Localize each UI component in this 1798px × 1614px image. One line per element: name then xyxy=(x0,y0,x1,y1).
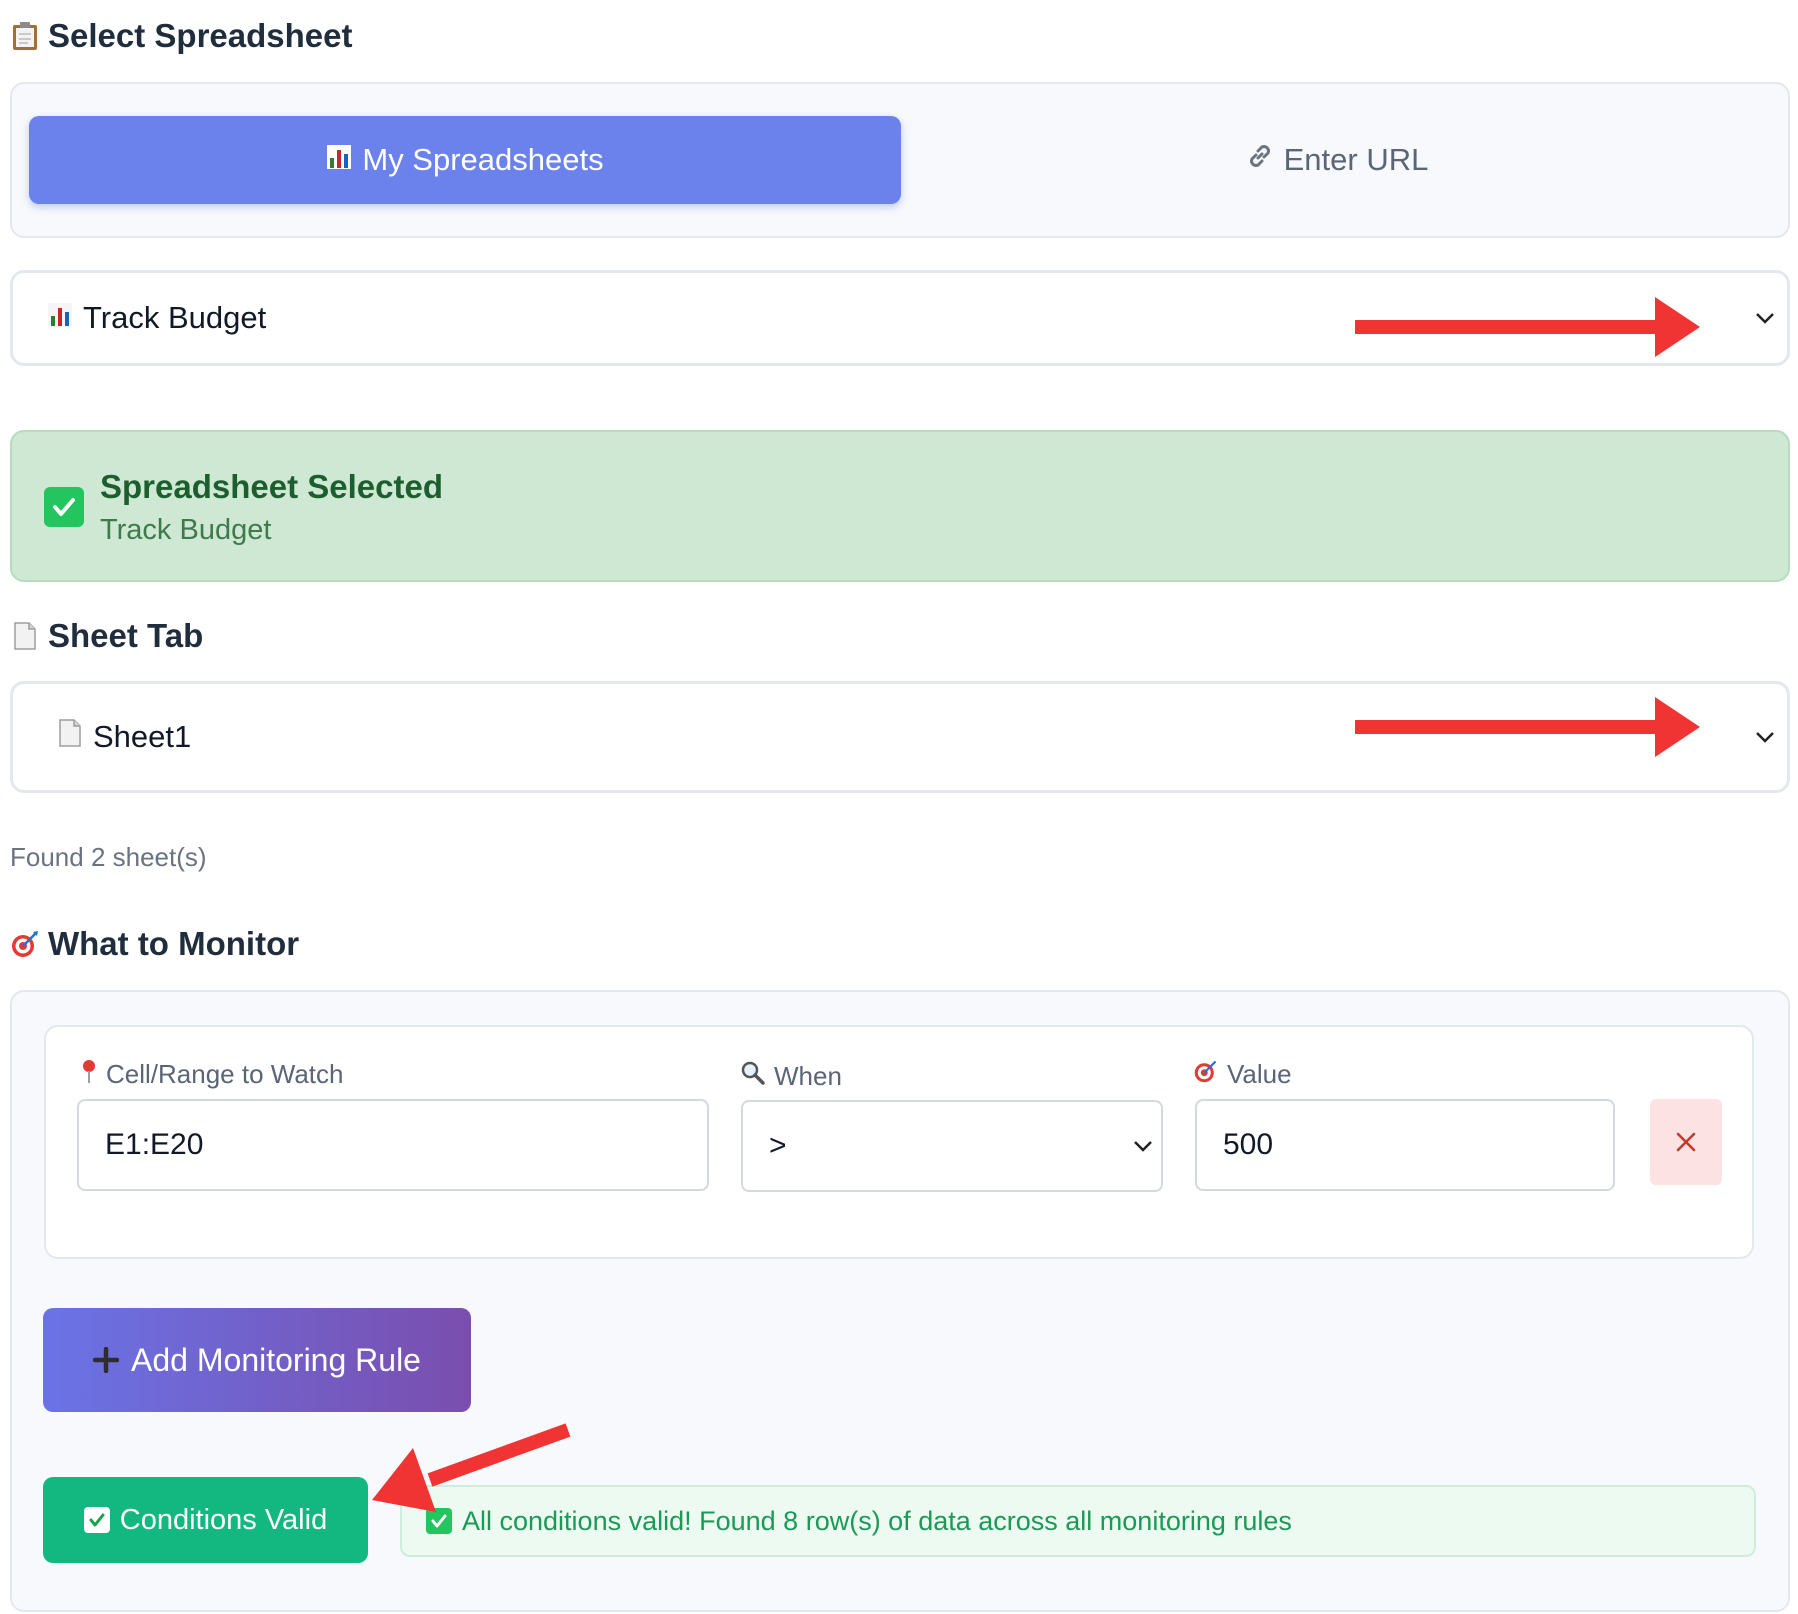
tab-label: My Spreadsheets xyxy=(362,142,604,177)
clipboard-icon xyxy=(10,21,40,51)
page-icon xyxy=(57,718,83,756)
close-icon xyxy=(1676,1132,1696,1152)
status-title: Spreadsheet Selected xyxy=(100,468,443,505)
spreadsheet-select[interactable]: Track Budget xyxy=(10,270,1790,366)
select-spreadsheet-heading: Select Spreadsheet xyxy=(10,16,352,56)
source-tabs: My Spreadsheets Enter URL xyxy=(10,82,1790,238)
value-label: Value xyxy=(1193,1058,1292,1091)
page-icon xyxy=(10,621,40,651)
valid-button-label: Conditions Valid xyxy=(119,1503,328,1536)
add-button-label: Add Monitoring Rule xyxy=(131,1341,421,1378)
heading-text: Select Spreadsheet xyxy=(48,17,353,54)
conditions-valid-button[interactable]: Conditions Valid xyxy=(43,1477,368,1563)
cell-range-input[interactable]: E1:E20 xyxy=(77,1099,709,1191)
remove-rule-button[interactable] xyxy=(1650,1099,1722,1185)
spreadsheet-selected-card: Spreadsheet Selected Track Budget xyxy=(10,430,1790,582)
chevron-down-icon xyxy=(1756,313,1774,324)
magnifier-icon xyxy=(740,1060,766,1093)
when-label: When xyxy=(740,1060,842,1093)
link-icon xyxy=(1246,142,1274,178)
tab-label: Enter URL xyxy=(1283,142,1429,177)
sheet-count-text: Found 2 sheet(s) xyxy=(10,842,207,872)
when-selected-value: > xyxy=(769,1129,787,1162)
heading-text: Sheet Tab xyxy=(48,617,204,654)
plus-icon xyxy=(93,1347,120,1373)
check-icon xyxy=(44,487,84,527)
cell-range-label: Cell/Range to Watch xyxy=(80,1058,343,1091)
pin-icon xyxy=(80,1058,98,1091)
when-select[interactable]: > xyxy=(741,1100,1163,1192)
tab-my-spreadsheets[interactable]: My Spreadsheets xyxy=(29,116,901,204)
validation-message: All conditions valid! Found 8 row(s) of … xyxy=(400,1485,1756,1557)
sheet-tab-select[interactable]: Sheet1 xyxy=(10,681,1790,793)
add-monitoring-rule-button[interactable]: Add Monitoring Rule xyxy=(43,1308,471,1412)
validation-message-text: All conditions valid! Found 8 row(s) of … xyxy=(462,1505,1292,1536)
tab-enter-url[interactable]: Enter URL xyxy=(901,116,1773,204)
heading-text: What to Monitor xyxy=(48,925,300,962)
chevron-down-icon xyxy=(1756,732,1774,743)
target-icon xyxy=(1193,1058,1219,1091)
selected-spreadsheet-label: Track Budget xyxy=(83,300,267,335)
check-icon xyxy=(83,1507,110,1533)
bar-chart-icon xyxy=(47,300,73,336)
chevron-down-icon xyxy=(1134,1141,1152,1152)
what-to-monitor-heading: What to Monitor xyxy=(10,924,299,964)
target-icon xyxy=(10,929,40,959)
sheet-tab-heading: Sheet Tab xyxy=(10,616,203,656)
selected-sheet-label: Sheet1 xyxy=(93,719,192,754)
bar-chart-icon xyxy=(326,142,352,178)
status-subtitle: Track Budget xyxy=(100,514,272,546)
check-icon xyxy=(426,1508,452,1534)
value-input[interactable]: 500 xyxy=(1195,1099,1615,1191)
